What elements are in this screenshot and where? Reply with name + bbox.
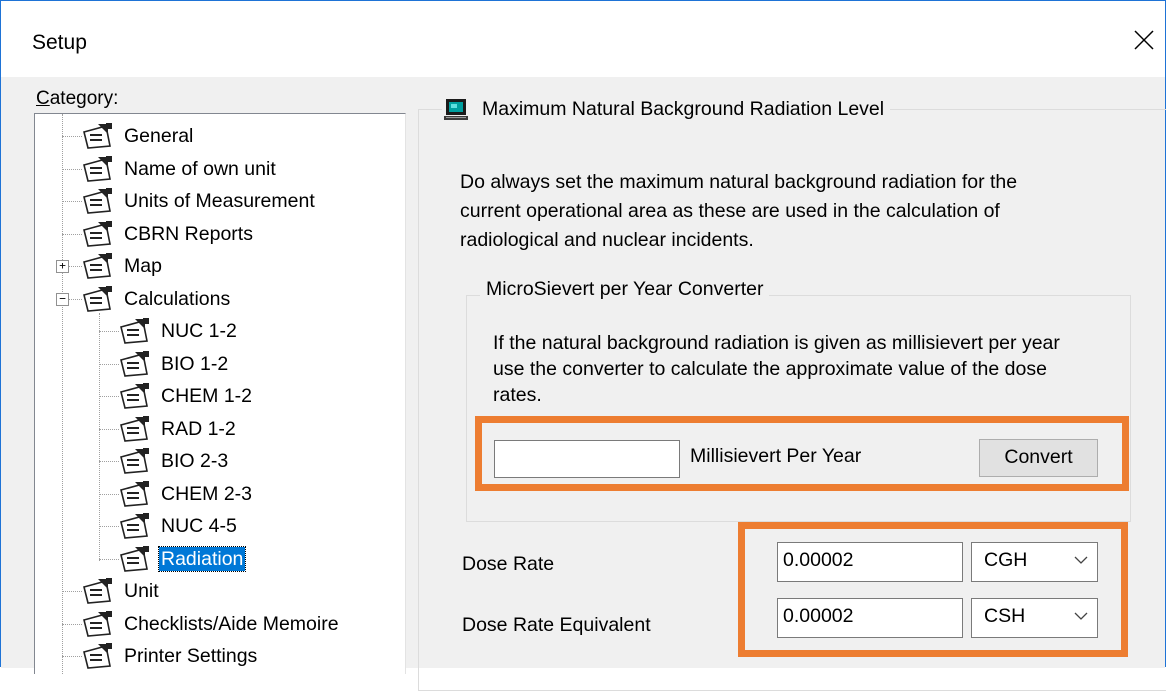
dose-rate-equivalent-unit-value: CSH bbox=[984, 605, 1026, 627]
tree-item-label: CHEM 2-3 bbox=[161, 482, 253, 505]
tree-item[interactable]: Unit bbox=[80, 575, 161, 607]
settings-page-icon bbox=[83, 220, 112, 247]
tree-item-label: NUC 4-5 bbox=[161, 515, 237, 537]
settings-page-icon bbox=[83, 610, 112, 637]
tree-item[interactable]: CHEM 1-2 bbox=[117, 380, 254, 412]
tree-connector bbox=[62, 656, 82, 657]
tree-item-label: Map bbox=[124, 255, 162, 277]
dose-rate-input[interactable]: 0.00002 bbox=[777, 542, 963, 582]
close-icon bbox=[1134, 30, 1154, 50]
dose-rate-label: Dose Rate bbox=[462, 553, 555, 575]
converter-description: If the natural background radiation is g… bbox=[493, 332, 1060, 406]
settings-page-icon bbox=[83, 188, 112, 214]
tree-connector bbox=[99, 428, 119, 430]
title-bar: Setup bbox=[1, 1, 1165, 77]
tree-connector bbox=[99, 312, 100, 561]
monitor-icon bbox=[444, 99, 468, 120]
category-label-rest: ategory: bbox=[49, 88, 119, 109]
tree-connector bbox=[99, 461, 119, 462]
tree-item-label: Units of Measurement bbox=[124, 190, 315, 212]
tree-connector bbox=[62, 201, 82, 202]
tree-connector bbox=[99, 363, 119, 365]
chevron-down-icon bbox=[1074, 612, 1088, 620]
settings-page-icon bbox=[120, 480, 149, 507]
tree-item[interactable]: RAD 1-2 bbox=[117, 413, 238, 445]
tree-item[interactable]: Checklists/Aide Memoire bbox=[80, 608, 341, 640]
expand-icon[interactable]: + bbox=[56, 260, 69, 273]
tree-item-label: RAD 1-2 bbox=[161, 417, 236, 440]
settings-page-icon bbox=[83, 155, 112, 182]
tree-connector bbox=[62, 168, 82, 170]
tree-item-label: CBRN Reports bbox=[124, 222, 253, 245]
settings-page-icon bbox=[83, 578, 112, 604]
chevron-down-icon bbox=[1074, 556, 1088, 564]
tree-item-label: Radiation bbox=[157, 545, 247, 572]
tree-item-label: Checklists/Aide Memoire bbox=[124, 612, 339, 635]
tree-item-label: General bbox=[124, 125, 194, 147]
window-title: Setup bbox=[32, 31, 87, 54]
converter-group-title: MicroSievert per Year Converter bbox=[480, 278, 770, 301]
tree-item[interactable]: Name of own unit bbox=[80, 153, 278, 185]
category-tree[interactable]: General Name of own unit Units of Measurem… bbox=[34, 113, 406, 674]
tree-item-label: BIO 1-2 bbox=[161, 352, 229, 375]
tree-item-label: Unit bbox=[124, 580, 159, 602]
settings-page-icon bbox=[83, 123, 112, 149]
settings-page-icon bbox=[120, 415, 149, 442]
millisievert-input[interactable] bbox=[494, 440, 680, 478]
tree-item[interactable]: BIO 2-3 bbox=[117, 445, 230, 477]
background-radiation-description: Do always set the maximum natural backgr… bbox=[460, 171, 1018, 251]
settings-page-icon bbox=[120, 545, 149, 572]
category-label-mnemonic: C bbox=[36, 88, 50, 109]
background-radiation-group-title: Maximum Natural Background Radiation Lev… bbox=[442, 95, 891, 123]
tree-connector bbox=[62, 591, 82, 592]
tree-item[interactable]: BIO 1-2 bbox=[117, 348, 230, 380]
collapse-icon[interactable]: − bbox=[56, 292, 69, 306]
dose-rate-equivalent-unit-select[interactable]: CSH bbox=[971, 598, 1098, 638]
tree-connector bbox=[62, 233, 82, 235]
tree-connector bbox=[99, 331, 119, 332]
tree-item-label: Printer Settings bbox=[124, 645, 258, 667]
settings-page-icon bbox=[120, 318, 149, 344]
close-button[interactable] bbox=[1122, 18, 1166, 62]
convert-button[interactable]: Convert bbox=[979, 439, 1098, 477]
tree-item[interactable]: Radiation bbox=[117, 543, 247, 575]
tree-connector bbox=[99, 526, 119, 527]
tree-connector bbox=[99, 558, 119, 560]
settings-page-icon bbox=[120, 513, 149, 539]
tree-connector bbox=[99, 396, 119, 397]
tree-item[interactable]: CBRN Reports bbox=[80, 218, 255, 250]
settings-page-icon bbox=[83, 253, 112, 279]
tree-item-label: NUC 1-2 bbox=[161, 320, 237, 342]
tree-item-label: CHEM 1-2 bbox=[161, 385, 253, 407]
tree-item[interactable]: CHEM 2-3 bbox=[117, 478, 254, 510]
tree-item-label: BIO 2-3 bbox=[161, 450, 229, 472]
tree-item-label: Name of own unit bbox=[124, 157, 276, 180]
millisievert-unit-label: Millisievert Per Year bbox=[690, 445, 862, 467]
settings-page-icon bbox=[83, 285, 112, 312]
settings-page-icon bbox=[120, 383, 149, 409]
background-radiation-title: Maximum Natural Background Radiation Lev… bbox=[482, 97, 885, 120]
settings-page-icon bbox=[83, 643, 112, 669]
dose-rate-equivalent-input[interactable]: 0.00002 bbox=[777, 598, 963, 638]
dose-rate-unit-select[interactable]: CGH bbox=[971, 542, 1098, 582]
settings-page-icon bbox=[120, 350, 149, 377]
tree-item[interactable]: General bbox=[80, 120, 195, 152]
tree-item-label: Calculations bbox=[124, 287, 231, 310]
tree-connector bbox=[62, 623, 82, 625]
tree-item[interactable]: Printer Settings bbox=[80, 640, 259, 672]
category-label: Category: bbox=[36, 88, 118, 110]
tree-item[interactable]: Calculations bbox=[80, 283, 232, 315]
tree-item[interactable]: Map bbox=[80, 250, 164, 282]
tree-connector bbox=[99, 493, 119, 495]
tree-item[interactable]: NUC 1-2 bbox=[117, 315, 239, 347]
tree-connector bbox=[62, 114, 63, 674]
tree-connector bbox=[62, 136, 82, 137]
dose-rate-equivalent-label: Dose Rate Equivalent bbox=[462, 614, 651, 636]
tree-item[interactable]: NUC 4-5 bbox=[117, 510, 239, 542]
dose-rate-unit-value: CGH bbox=[984, 549, 1028, 571]
tree-item[interactable]: Units of Measurement bbox=[80, 185, 317, 217]
settings-page-icon bbox=[120, 448, 149, 474]
